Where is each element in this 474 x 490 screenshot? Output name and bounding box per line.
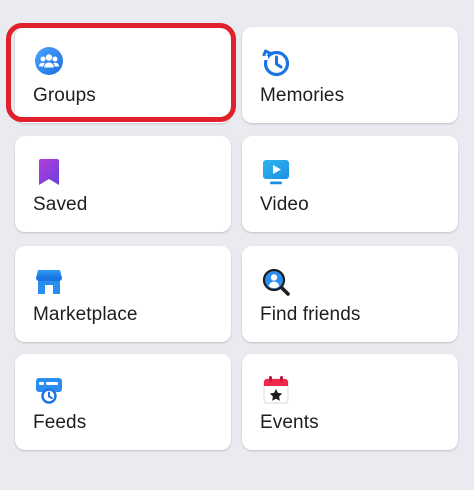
groups-icon <box>33 45 65 77</box>
memories-clock-icon <box>260 47 292 79</box>
shortcuts-grid: Groups Memories Saved Video Marketplace … <box>0 0 474 490</box>
events-calendar-star-icon <box>260 374 292 406</box>
video-play-icon <box>260 156 292 188</box>
shortcut-memories[interactable]: Memories <box>242 27 458 123</box>
feeds-clock-icon <box>33 374 65 406</box>
shortcut-label: Saved <box>33 194 88 215</box>
shortcut-groups[interactable]: Groups <box>15 27 231 123</box>
marketplace-storefront-icon <box>33 266 65 298</box>
shortcut-saved[interactable]: Saved <box>15 136 231 232</box>
shortcut-video[interactable]: Video <box>242 136 458 232</box>
shortcut-label: Feeds <box>33 412 87 433</box>
shortcut-label: Marketplace <box>33 304 138 325</box>
shortcut-label: Events <box>260 412 319 433</box>
shortcut-label: Memories <box>260 85 345 106</box>
find-friends-search-icon <box>260 266 292 298</box>
shortcut-find-friends[interactable]: Find friends <box>242 246 458 342</box>
shortcut-events[interactable]: Events <box>242 354 458 450</box>
shortcut-feeds[interactable]: Feeds <box>15 354 231 450</box>
shortcut-marketplace[interactable]: Marketplace <box>15 246 231 342</box>
saved-bookmark-icon <box>33 156 65 188</box>
shortcut-label: Video <box>260 194 309 215</box>
shortcut-label: Groups <box>33 85 96 106</box>
shortcut-label: Find friends <box>260 304 361 325</box>
